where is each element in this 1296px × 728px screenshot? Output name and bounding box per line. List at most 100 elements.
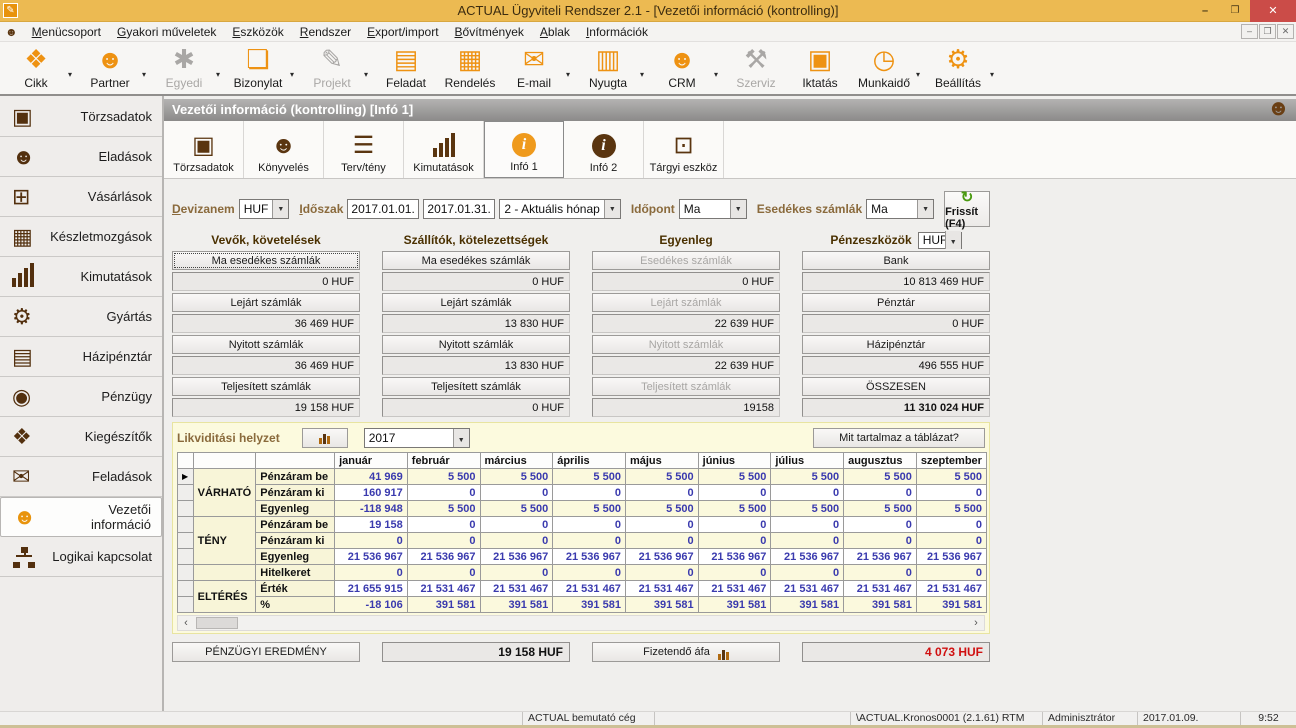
toolbar-item-bizonylat[interactable]: ❏Bizonylat▾: [226, 44, 300, 90]
row-selector[interactable]: ▶: [178, 469, 194, 485]
chevron-down-icon[interactable]: ▾: [566, 70, 576, 79]
summary-button-nyitottszmlk[interactable]: Nyitott számlák: [382, 335, 570, 354]
toolbar-item-rendels[interactable]: ▦Rendelés: [438, 44, 502, 90]
toolbar-item-bellts[interactable]: ⚙Beállítás▾: [926, 44, 1000, 90]
toolbar-item-munkaid[interactable]: ◷Munkaidő▾: [852, 44, 926, 90]
esedekes-select[interactable]: Ma: [866, 199, 934, 219]
date-to-input[interactable]: [423, 199, 495, 219]
table-info-button[interactable]: Mit tartalmaz a táblázat?: [813, 428, 985, 448]
summary-button-bank[interactable]: Bank: [802, 251, 990, 270]
mdi-minimize-button[interactable]: [1241, 24, 1258, 39]
chevron-down-icon[interactable]: ▾: [68, 70, 78, 79]
menu-item-ablak[interactable]: Ablak: [532, 22, 578, 42]
toolbar-item-cikk[interactable]: ❖Cikk▾: [4, 44, 78, 90]
chevron-down-icon[interactable]: [917, 200, 933, 218]
mdi-restore-button[interactable]: [1259, 24, 1276, 39]
close-button[interactable]: [1250, 0, 1296, 22]
toolbar-item-szerviz[interactable]: ⚒Szerviz: [724, 44, 788, 90]
chevron-down-icon[interactable]: [604, 200, 620, 218]
toolbar-item-iktats[interactable]: ▣Iktatás: [788, 44, 852, 90]
row-selector[interactable]: [178, 597, 194, 613]
chevron-down-icon[interactable]: ▾: [216, 70, 226, 79]
idopont-select[interactable]: Ma: [679, 199, 747, 219]
penzugyi-eredmeny-button[interactable]: PÉNZÜGYI EREDMÉNY: [172, 642, 360, 662]
currency-select[interactable]: HUF: [239, 199, 290, 219]
fizetendo-afa-button[interactable]: Fizetendő áfa: [592, 642, 780, 662]
chevron-down-icon[interactable]: ▾: [714, 70, 724, 79]
row-selector[interactable]: [178, 517, 194, 533]
summary-button-sszesen[interactable]: ÖSSZESEN: [802, 377, 990, 396]
tab-knyvels[interactable]: ☻Könyvelés: [244, 121, 324, 178]
row-selector[interactable]: [178, 533, 194, 549]
chevron-down-icon[interactable]: [272, 200, 288, 218]
chevron-down-icon[interactable]: ▾: [142, 70, 152, 79]
sidebar-item-hzipnztr[interactable]: ▤Házipénztár: [0, 337, 162, 377]
sidebar-item-feladsok[interactable]: ✉Feladások: [0, 457, 162, 497]
summary-button-nyitottszmlk[interactable]: Nyitott számlák: [172, 335, 360, 354]
toolbar-item-egyedi[interactable]: ✱Egyedi▾: [152, 44, 226, 90]
sidebar-item-logikaikapcsolat[interactable]: Logikai kapcsolat: [0, 537, 162, 577]
sidebar-item-kiegsztk[interactable]: ❖Kiegészítők: [0, 417, 162, 457]
row-selector[interactable]: [178, 485, 194, 501]
toolbar-item-feladat[interactable]: ▤Feladat: [374, 44, 438, 90]
chevron-down-icon[interactable]: [730, 200, 746, 218]
chevron-down-icon[interactable]: [453, 429, 469, 447]
summary-button-maesedkesszmlk[interactable]: Ma esedékes számlák: [382, 251, 570, 270]
toolbar-item-nyugta[interactable]: ▥Nyugta▾: [576, 44, 650, 90]
sidebar-item-trzsadatok[interactable]: ▣Törzsadatok: [0, 97, 162, 137]
tab-inf2[interactable]: iInfó 2: [564, 121, 644, 178]
toolbar-item-crm[interactable]: ☻CRM▾: [650, 44, 724, 90]
summary-button-maesedkesszmlk[interactable]: Ma esedékes számlák: [172, 251, 360, 270]
chevron-down-icon[interactable]: ▾: [364, 70, 374, 79]
toolbar-item-email[interactable]: ✉E-mail▾: [502, 44, 576, 90]
row-selector[interactable]: [178, 565, 194, 581]
scroll-left-icon[interactable]: ‹: [178, 617, 194, 629]
summary-button-pnztr[interactable]: Pénztár: [802, 293, 990, 312]
menu-item-gyakorimveletek[interactable]: Gyakori műveletek: [109, 22, 224, 42]
summary-button-teljestettszmlk[interactable]: Teljesített számlák: [382, 377, 570, 396]
sidebar-item-vezetiinformci[interactable]: ☻Vezetői információ: [0, 497, 162, 537]
summary-button-teljestettszmlk[interactable]: Teljesített számlák: [172, 377, 360, 396]
horizontal-scrollbar[interactable]: ‹ ›: [177, 615, 985, 631]
row-selector[interactable]: [178, 501, 194, 517]
summary-button-lejrtszmlk[interactable]: Lejárt számlák: [172, 293, 360, 312]
sidebar-item-gyrts[interactable]: ⚙Gyártás: [0, 297, 162, 337]
summary-button-hzipnztr[interactable]: Házipénztár: [802, 335, 990, 354]
summary-currency-select[interactable]: HUF: [918, 232, 962, 249]
restore-button[interactable]: [1220, 0, 1250, 22]
sidebar-item-vsrlsok[interactable]: ⊞Vásárlások: [0, 177, 162, 217]
toolbar-item-projekt[interactable]: ✎Projekt▾: [300, 44, 374, 90]
menu-item-eszkzk[interactable]: Eszközök: [224, 22, 291, 42]
period-select[interactable]: 2 - Aktuális hónap: [499, 199, 620, 219]
menu-item-informcik[interactable]: Információk: [578, 22, 656, 42]
tab-trzsadatok[interactable]: ▣Törzsadatok: [164, 121, 244, 178]
menu-item-exportimport[interactable]: Export/import: [359, 22, 446, 42]
menu-item-bvtmnyek[interactable]: Bővítmények: [447, 22, 532, 42]
sidebar-item-kimutatsok[interactable]: Kimutatások: [0, 257, 162, 297]
chevron-down-icon[interactable]: ▾: [990, 70, 1000, 79]
chevron-down-icon[interactable]: ▾: [916, 70, 926, 79]
sidebar-item-pnzgy[interactable]: ◉Pénzügy: [0, 377, 162, 417]
menu-item-mencsoport[interactable]: Menücsoport: [24, 22, 109, 42]
sidebar-item-kszletmozgsok[interactable]: ▦Készletmozgások: [0, 217, 162, 257]
tab-tervtny[interactable]: ☰Terv/tény: [324, 121, 404, 178]
scroll-right-icon[interactable]: ›: [968, 617, 984, 629]
sidebar-item-eladsok[interactable]: ☻Eladások: [0, 137, 162, 177]
tab-inf1[interactable]: iInfó 1: [484, 121, 564, 178]
chevron-down-icon[interactable]: ▾: [640, 70, 650, 79]
minimize-button[interactable]: [1190, 0, 1220, 22]
chevron-down-icon[interactable]: ▾: [290, 70, 300, 79]
menu-item-rendszer[interactable]: Rendszer: [292, 22, 359, 42]
row-selector[interactable]: [178, 581, 194, 597]
tab-trgyieszkz[interactable]: ⊡Tárgyi eszköz: [644, 121, 724, 178]
mdi-close-button[interactable]: [1277, 24, 1294, 39]
scrollbar-thumb[interactable]: [196, 617, 238, 629]
tab-kimutatsok[interactable]: Kimutatások: [404, 121, 484, 178]
toolbar-item-partner[interactable]: ☻Partner▾: [78, 44, 152, 90]
chevron-down-icon[interactable]: [945, 231, 961, 249]
summary-button-lejrtszmlk[interactable]: Lejárt számlák: [382, 293, 570, 312]
row-selector[interactable]: [178, 549, 194, 565]
year-select[interactable]: 2017: [364, 428, 470, 448]
refresh-button[interactable]: Frissít (F4): [944, 191, 990, 227]
date-from-input[interactable]: [347, 199, 419, 219]
